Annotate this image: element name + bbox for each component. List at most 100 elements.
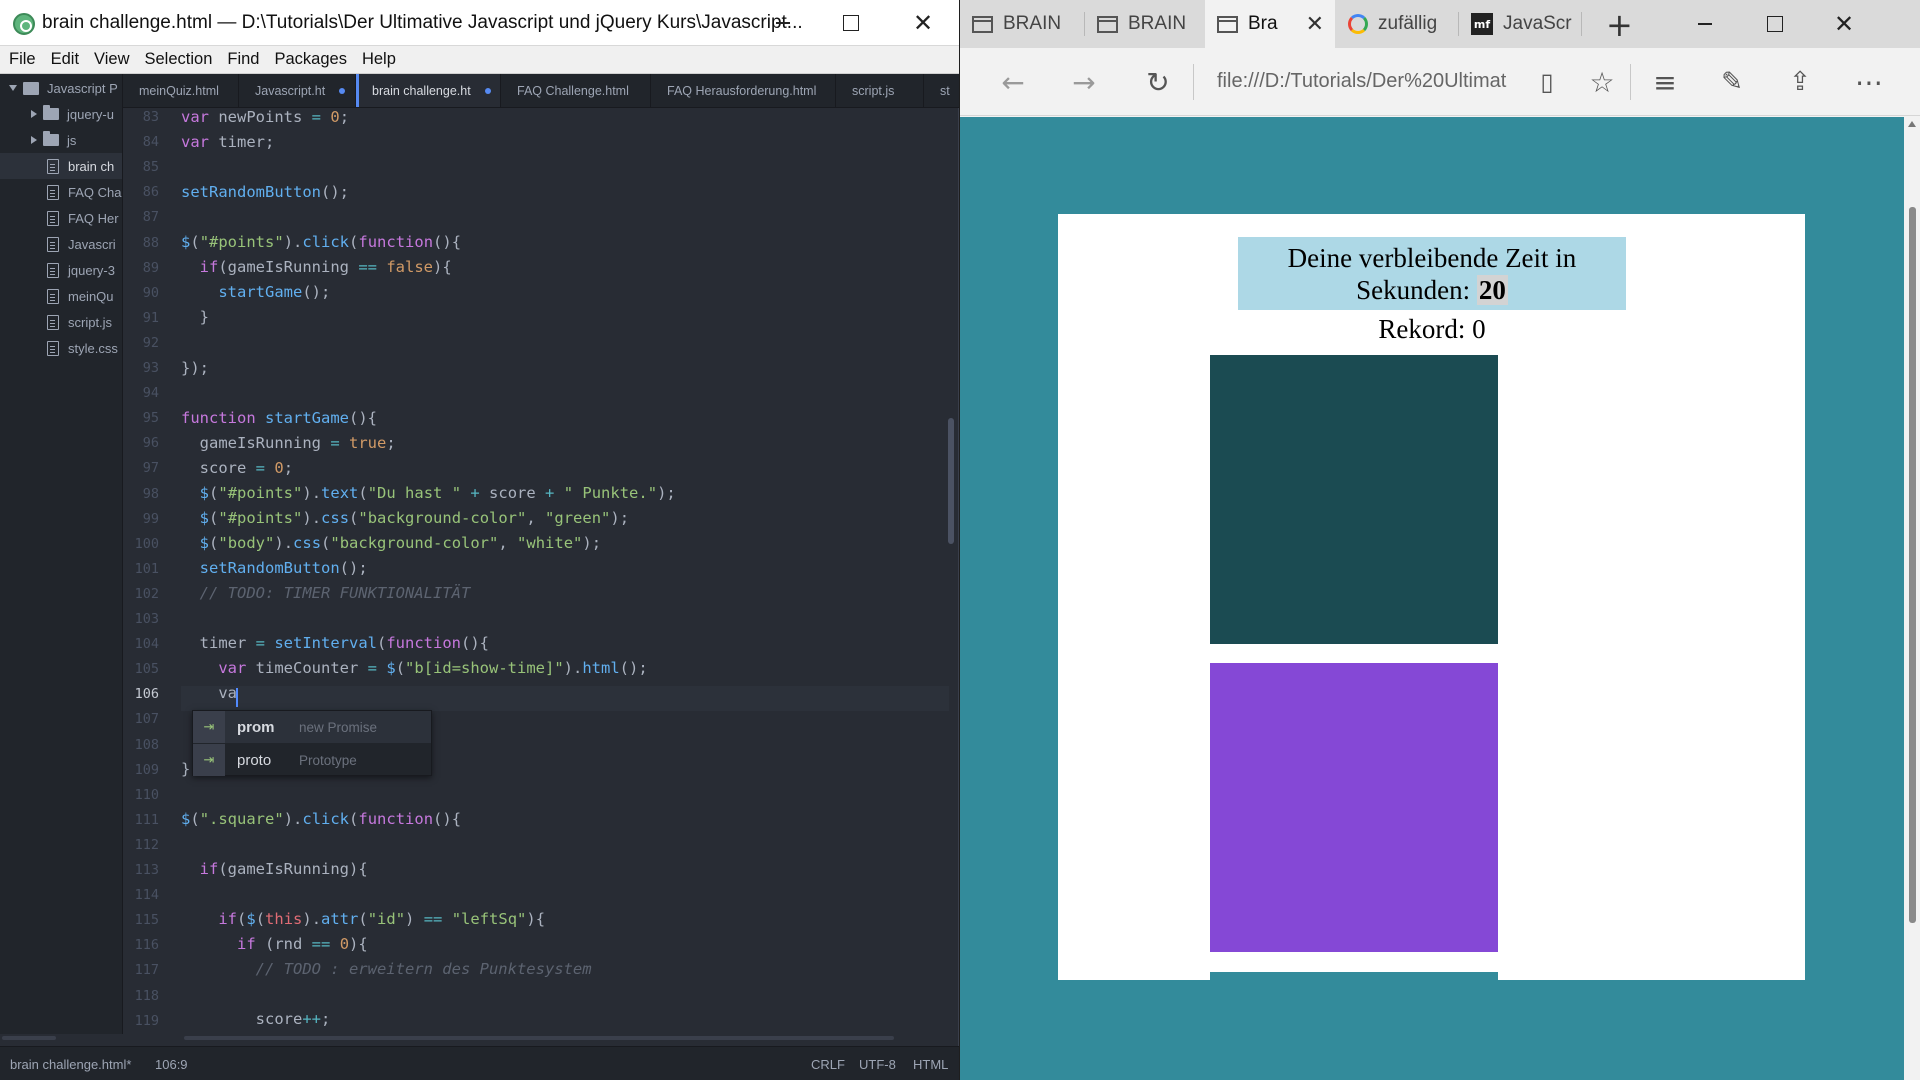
- tab-label: FAQ Herausforderung.html: [667, 84, 817, 98]
- browser-tab-brain-active[interactable]: Bra ✕: [1205, 0, 1335, 48]
- code-line: $("#points").css("background-color", "gr…: [199, 509, 630, 527]
- menu-help[interactable]: Help: [362, 50, 396, 69]
- status-grammar[interactable]: HTML: [913, 1057, 948, 1072]
- tree-folder-js[interactable]: js: [0, 127, 122, 153]
- browser-vertical-scrollbar[interactable]: [1904, 117, 1920, 1080]
- tree-file-style-css[interactable]: style.css: [0, 335, 122, 361]
- tree-file-brain-challenge[interactable]: brain ch: [0, 153, 122, 179]
- tree-item-label: js: [67, 132, 77, 148]
- tree-file-script-js[interactable]: script.js: [0, 309, 122, 335]
- editor-maximize-button[interactable]: [817, 0, 885, 46]
- tree-folder-jquery-ui[interactable]: jquery-u: [0, 101, 122, 127]
- tab-faq-challenge[interactable]: FAQ Challenge.html: [501, 74, 651, 107]
- more-dots-icon[interactable]: ⋯: [1847, 60, 1891, 104]
- left-square[interactable]: [1210, 355, 1498, 644]
- browser-tab-javascript[interactable]: mf JavaScr: [1459, 0, 1579, 48]
- line-number: 100: [134, 535, 159, 552]
- browser-tab-label: JavaScr: [1503, 13, 1572, 34]
- tree-horizontal-scrollbar[interactable]: [2, 1036, 56, 1040]
- page-icon: [1097, 15, 1118, 33]
- file-icon: [47, 158, 59, 174]
- tab-meinquiz[interactable]: meinQuiz.html: [123, 74, 239, 107]
- tree-file-javascript[interactable]: Javascri: [0, 231, 122, 257]
- browser-maximize-button[interactable]: [1741, 0, 1809, 48]
- autocomplete-item-proto[interactable]: ⇥ proto Prototype: [193, 744, 431, 776]
- tab-label: st: [940, 84, 950, 98]
- line-number: 91: [142, 309, 159, 326]
- status-encoding[interactable]: UTF-8: [859, 1057, 896, 1072]
- autocomplete-popup: ⇥ prom new Promise ⇥ proto Prototype: [192, 710, 432, 776]
- status-file-name[interactable]: brain challenge.html*: [10, 1057, 131, 1072]
- tab-label: Javascript.ht: [255, 84, 326, 98]
- tab-faq-herausforderung[interactable]: FAQ Herausforderung.html: [651, 74, 836, 107]
- browser-minimize-button[interactable]: [1671, 0, 1739, 48]
- browser-close-button[interactable]: ✕: [1810, 0, 1878, 48]
- line-number: 107: [134, 711, 159, 728]
- right-square[interactable]: [1210, 663, 1498, 952]
- tree-file-meinquiz[interactable]: meinQu: [0, 283, 122, 309]
- code-line: if(gameIsRunning){: [199, 860, 368, 878]
- tab-script-js[interactable]: script.js: [836, 74, 924, 107]
- tree-item-label: jquery-u: [67, 106, 114, 122]
- line-number: 98: [142, 485, 159, 502]
- code-line: $("#points").click(function(){: [181, 233, 462, 251]
- folder-icon: [43, 105, 59, 120]
- code-editor[interactable]: var newPoints = 0; var timer; setRandomB…: [181, 108, 951, 1034]
- menu-view[interactable]: View: [94, 50, 129, 69]
- line-number: 85: [142, 159, 159, 176]
- address-bar[interactable]: file:///D:/Tutorials/Der%20Ultimat: [1217, 70, 1506, 93]
- browser-tab-brain-2[interactable]: BRAIN: [1085, 0, 1205, 48]
- menu-edit[interactable]: Edit: [51, 50, 79, 69]
- tree-file-faq-challenge[interactable]: FAQ Cha: [0, 179, 122, 205]
- menu-selection[interactable]: Selection: [145, 50, 213, 69]
- scroll-up-arrow-icon[interactable]: [1908, 121, 1916, 127]
- menu-file[interactable]: File: [9, 50, 36, 69]
- web-note-icon[interactable]: ✎: [1710, 60, 1754, 104]
- autocomplete-text: prom: [237, 718, 275, 736]
- tree-item-label: script.js: [68, 314, 113, 330]
- browser-scroll-thumb[interactable]: [1909, 207, 1916, 923]
- back-arrow-icon[interactable]: ←: [991, 60, 1035, 104]
- refresh-icon[interactable]: ↻: [1136, 60, 1180, 104]
- hub-icon[interactable]: ≡: [1643, 60, 1687, 104]
- tree-project-root[interactable]: Javascript P: [0, 75, 122, 101]
- close-tab-icon[interactable]: ✕: [1306, 12, 1324, 37]
- line-number: 101: [134, 560, 159, 577]
- editor-window-title: brain challenge.html — D:\Tutorials\Der …: [42, 12, 803, 33]
- browser-tab-brain-1[interactable]: BRAIN: [960, 0, 1084, 48]
- autocomplete-text: proto: [237, 751, 272, 769]
- reading-view-icon[interactable]: ▯: [1525, 60, 1569, 104]
- favorite-star-icon[interactable]: ☆: [1580, 60, 1624, 104]
- tree-file-faq-herausforderung[interactable]: FAQ Her: [0, 205, 122, 231]
- tab-style-css[interactable]: st: [924, 74, 959, 107]
- line-number: 117: [134, 962, 159, 979]
- tree-item-label: brain ch: [68, 158, 115, 174]
- line-number: 112: [134, 836, 159, 853]
- editor-horizontal-scrollbar[interactable]: [184, 1036, 894, 1040]
- code-line: var newPoints = 0;: [181, 108, 350, 126]
- code-line: var timeCounter = $("b[id=show-time]").h…: [218, 659, 648, 677]
- editor-close-button[interactable]: ✕: [889, 0, 957, 46]
- tab-brain-challenge[interactable]: brain challenge.ht: [356, 74, 501, 107]
- file-icon: [47, 184, 59, 200]
- menu-find[interactable]: Find: [227, 50, 259, 69]
- menu-packages[interactable]: Packages: [275, 50, 347, 69]
- tree-file-jquery-3[interactable]: jquery-3: [0, 257, 122, 283]
- forward-arrow-icon[interactable]: →: [1062, 60, 1106, 104]
- browser-tab-zufaellig[interactable]: zufällig: [1336, 0, 1458, 48]
- editor-minimize-button[interactable]: [749, 0, 817, 46]
- tree-item-label: FAQ Her: [68, 210, 119, 226]
- tab-javascript[interactable]: Javascript.ht: [239, 74, 356, 107]
- editor-vertical-scrollbar[interactable]: [948, 418, 954, 544]
- tab-label: FAQ Challenge.html: [517, 84, 629, 98]
- line-number: 97: [142, 460, 159, 477]
- code-line: if (rnd == 0){: [237, 935, 368, 953]
- new-tab-plus-icon[interactable]: +: [1606, 6, 1633, 44]
- line-number: 96: [142, 435, 159, 452]
- nav-separator: [1630, 64, 1631, 100]
- status-cursor-position[interactable]: 106:9: [155, 1057, 188, 1072]
- code-line: $(".square").click(function(){: [181, 810, 462, 828]
- share-icon[interactable]: ⇪: [1778, 60, 1822, 104]
- autocomplete-item-prom[interactable]: ⇥ prom new Promise: [193, 711, 431, 743]
- status-line-ending[interactable]: CRLF: [811, 1057, 845, 1072]
